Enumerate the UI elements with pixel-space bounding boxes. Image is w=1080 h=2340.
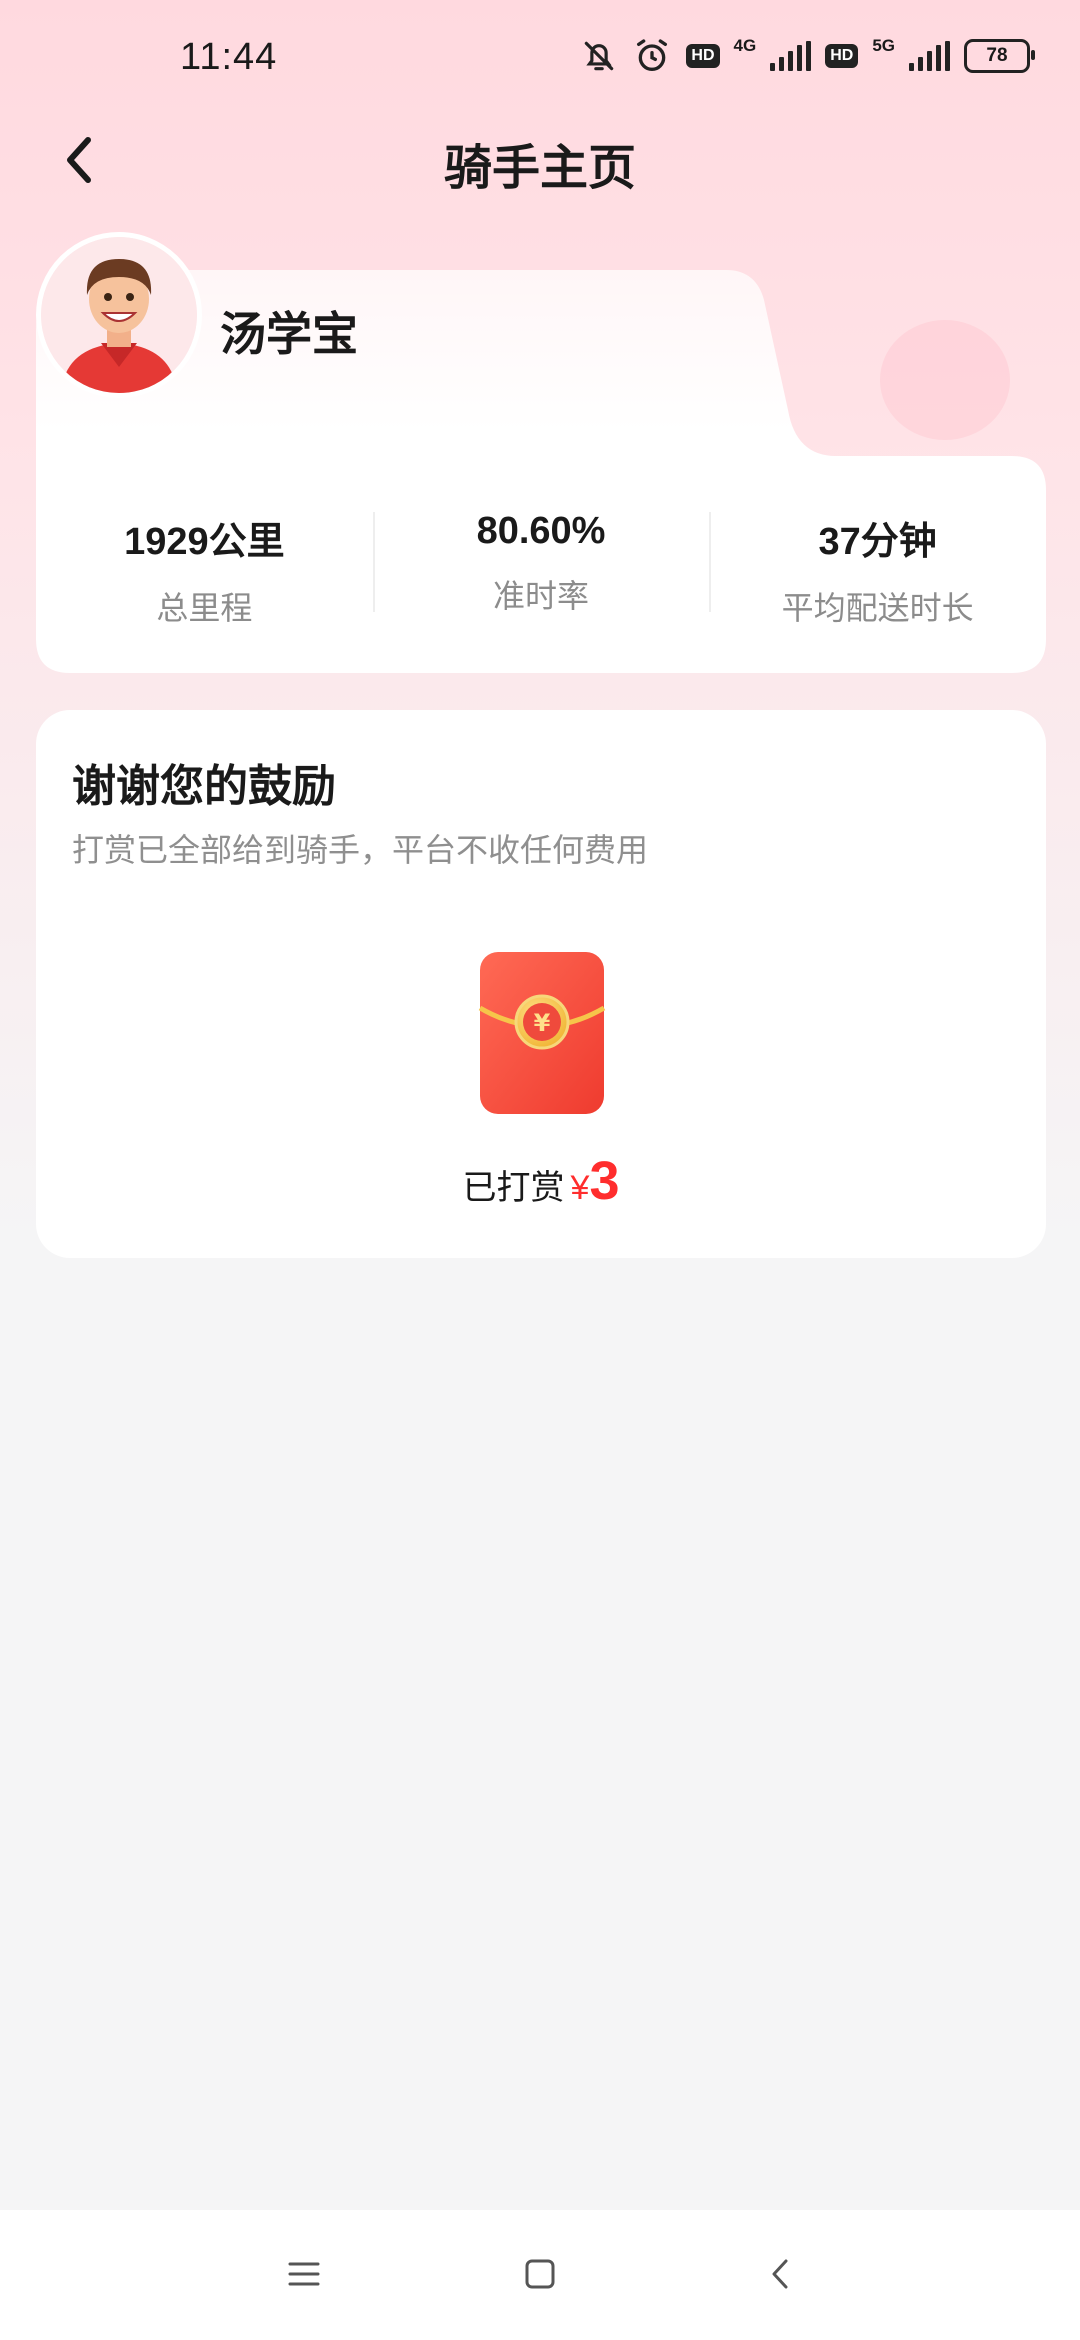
status-bar: 11:44 HD 4G HD 5G 78 (0, 0, 1080, 120)
hd-badge: HD (686, 44, 720, 68)
signal-icon (770, 41, 812, 71)
chevron-left-icon (772, 2259, 788, 2289)
signal-icon-2 (909, 41, 950, 71)
rider-avatar (36, 232, 202, 398)
hd-badge-2: HD (825, 44, 859, 68)
tip-status: 已打赏 ¥3 (36, 1150, 1046, 1212)
stat-label: 总里程 (156, 590, 253, 626)
battery-icon: 78 (964, 39, 1035, 73)
rider-name: 汤学宝 (220, 308, 358, 360)
page-title: 骑手主页 (443, 142, 636, 195)
square-icon (525, 2259, 555, 2289)
stat-avg-delivery-time: 37分钟 平均配送时长 (709, 500, 1046, 640)
tip-status-label: 已打赏 (462, 1169, 565, 1207)
system-nav-bar (0, 2210, 1080, 2340)
menu-icon (288, 2262, 320, 2286)
stat-value: 1929公里 (124, 521, 285, 563)
tip-currency: ¥ (570, 1169, 590, 1207)
network-type-2: 5G (872, 36, 895, 55)
nav-menu-button[interactable] (282, 2252, 326, 2296)
svg-text:¥: ¥ (534, 1009, 551, 1037)
stat-total-distance: 1929公里 总里程 (36, 500, 373, 640)
status-time: 11:44 (180, 36, 278, 78)
stat-label: 准时率 (493, 578, 590, 614)
rider-stats: 1929公里 总里程 80.60% 准时率 37分钟 平均配送时长 (36, 500, 1046, 640)
tip-title: 谢谢您的鼓励 (72, 762, 336, 811)
tip-amount: 3 (589, 1151, 620, 1211)
status-icons: HD 4G HD 5G 78 (580, 36, 1035, 76)
stat-value: 37分钟 (818, 521, 937, 563)
stat-label: 平均配送时长 (781, 590, 974, 626)
network-type-1: 4G (733, 36, 757, 55)
red-envelope-icon[interactable]: ¥ (476, 948, 608, 1118)
nav-home-button[interactable] (518, 2252, 562, 2296)
nav-back-button[interactable] (758, 2252, 802, 2296)
stat-value: 80.60% (476, 510, 606, 552)
bell-off-icon (580, 37, 618, 75)
tip-card: 谢谢您的鼓励 打赏已全部给到骑手，平台不收任何费用 ¥ 已打赏 ¥3 (36, 710, 1046, 1258)
battery-level: 78 (986, 45, 1008, 66)
stat-on-time-rate: 80.60% 准时率 (372, 500, 710, 640)
alarm-icon (632, 36, 672, 76)
tip-subtitle: 打赏已全部给到骑手，平台不收任何费用 (72, 832, 649, 868)
